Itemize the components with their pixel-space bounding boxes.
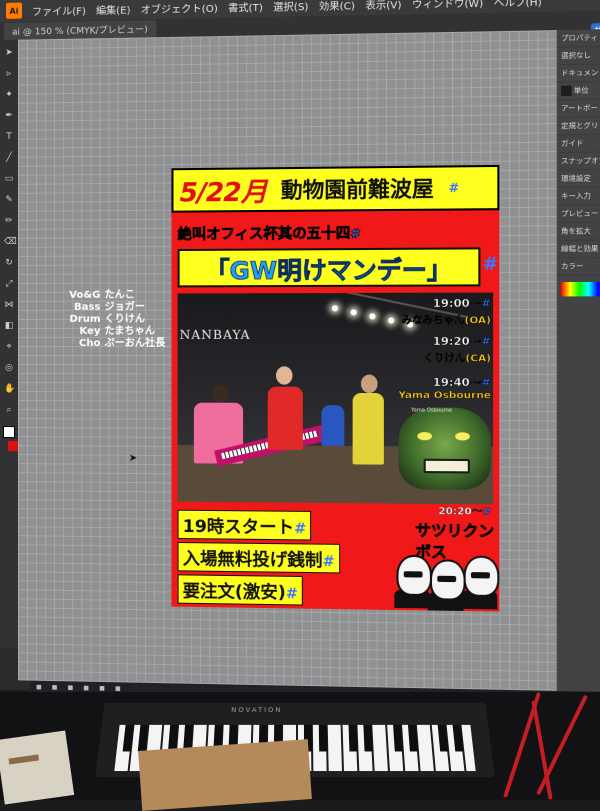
poster-info-block: 19時スタート# 入場無料投げ銭制# 要注文(激安)# bbox=[177, 507, 412, 609]
guitarist-head bbox=[275, 366, 293, 385]
menu-file[interactable]: ファイル(F) bbox=[32, 2, 86, 18]
panel-item[interactable]: 環境設定 bbox=[556, 169, 600, 189]
list-item: Key たまちゃん bbox=[79, 325, 155, 337]
pencil-tool-icon[interactable]: ✏ bbox=[4, 216, 14, 226]
keyboard-brand: NOVATION bbox=[231, 706, 283, 714]
illustrator-logo-icon[interactable]: Ai bbox=[5, 2, 22, 19]
lineup-slot-2: 19:20～# くりけん(CA) bbox=[423, 334, 491, 365]
rotate-tool-icon[interactable]: ↻ bbox=[4, 258, 14, 268]
brush-tool-icon[interactable]: ✎ bbox=[4, 195, 14, 205]
menu-view[interactable]: 表示(V) bbox=[365, 0, 401, 12]
color-spectrum[interactable] bbox=[561, 281, 600, 297]
eraser-tool-icon[interactable]: ⌫ bbox=[4, 237, 17, 247]
monitor-screen: Ai ファイル(F) 編集(E) オブジェクト(O) 書式(T) 選択(S) 効… bbox=[0, 0, 600, 705]
hash-mark: # bbox=[448, 180, 460, 196]
taskbar-app-icon[interactable]: ■ bbox=[52, 684, 58, 691]
gradient-tool-icon[interactable]: ◧ bbox=[4, 321, 14, 331]
list-item: Drum くりけん bbox=[69, 313, 146, 325]
menu-type[interactable]: 書式(T) bbox=[228, 0, 263, 14]
band-faces-illustration bbox=[390, 544, 500, 611]
stage-light bbox=[331, 305, 339, 312]
list-item: Cho ぷーおん社長 bbox=[78, 337, 166, 350]
info-line-start: 19時スタート# bbox=[177, 509, 312, 541]
panel-item: ドキュメント bbox=[556, 64, 600, 83]
cardboard-box bbox=[138, 739, 312, 811]
member-list-note[interactable]: Vo&G たんこ Bass ジョガー Drum くりけん Key たまちゃん Cho ぷー… bbox=[62, 289, 165, 350]
eyedropper-tool-icon[interactable]: ⌖ bbox=[4, 342, 14, 352]
guitarist-figure bbox=[267, 386, 303, 450]
list-item: Vo&G たんこ bbox=[69, 289, 135, 301]
fill-color-swatch[interactable] bbox=[2, 426, 15, 439]
menu-window[interactable]: ウィンドウ(W) bbox=[412, 0, 483, 11]
type-tool-icon[interactable]: T bbox=[4, 132, 14, 142]
stroke-color-swatch[interactable] bbox=[7, 441, 18, 452]
lineup-slot-3: 19:40～# Yama Osbourne bbox=[398, 375, 491, 402]
stage-light bbox=[350, 309, 357, 316]
document-tab[interactable]: ai @ 150 % (CMYK/プレビュー) bbox=[3, 19, 156, 40]
taskbar-app-icon[interactable]: ■ bbox=[99, 684, 105, 691]
stage-light bbox=[369, 313, 376, 320]
panel-item[interactable]: スナップオプション bbox=[556, 152, 600, 171]
panel-item[interactable]: 線幅と効果 bbox=[556, 240, 600, 259]
taskbar-app-icon[interactable]: ■ bbox=[83, 684, 89, 691]
magic-wand-tool-icon[interactable]: ✦ bbox=[4, 90, 14, 100]
panel-item[interactable]: プロパティ bbox=[556, 28, 600, 48]
poster-event-title: 「GW明けマンデー」 bbox=[177, 247, 481, 288]
menu-select[interactable]: 選択(S) bbox=[273, 0, 308, 13]
red-cables bbox=[490, 690, 600, 800]
selection-tool-icon[interactable]: ➤ bbox=[4, 48, 14, 58]
list-item: Bass ジョガー bbox=[73, 301, 146, 313]
panel-item[interactable]: 角を拡大 bbox=[556, 222, 600, 241]
tools-panel: ➤ ▹ ✦ ✒ T ╱ ▭ ✎ ✏ ⌫ ↻ ⤢ ⋈ ◧ ⌖ ◎ ✋ ⌕ bbox=[0, 39, 18, 649]
line-tool-icon[interactable]: ╱ bbox=[4, 153, 14, 163]
lineup-slot-1: 19:00～# みなみちゃん(OA) bbox=[401, 296, 491, 327]
poster-venue: 動物園前難波屋 bbox=[280, 176, 434, 203]
taskbar-app-icon[interactable]: ■ bbox=[68, 684, 74, 691]
panel-item[interactable]: ガイド bbox=[556, 134, 600, 153]
bassist-head bbox=[360, 374, 378, 394]
panel-item[interactable]: アートボード bbox=[556, 99, 600, 118]
panel-item: 選択なし bbox=[556, 46, 600, 66]
taskbar-app-icon[interactable]: ■ bbox=[115, 685, 121, 692]
info-line-fee: 入場無料投げ銭制# bbox=[177, 542, 340, 574]
scale-tool-icon[interactable]: ⤢ bbox=[4, 279, 14, 289]
menu-object[interactable]: オブジェクト(O) bbox=[141, 0, 218, 16]
event-poster[interactable]: 5/22月 動物園前難波屋 # 絶叫オフィス杯其の五十四# 「GW明けマンデー」… bbox=[171, 164, 500, 612]
poster-series: 絶叫オフィス杯其の五十四# bbox=[177, 225, 361, 243]
panel-item[interactable]: カラー bbox=[556, 257, 600, 276]
blend-tool-icon[interactable]: ◎ bbox=[4, 363, 14, 373]
bassist-figure bbox=[352, 392, 384, 465]
mouse-cursor-icon: ➤ bbox=[128, 452, 138, 464]
keyboardist-head bbox=[212, 384, 229, 403]
venue-sign: NANBAYA bbox=[179, 327, 251, 342]
poster-date-banner: 5/22月 動物園前難波屋 # bbox=[171, 164, 500, 213]
zoom-tool-icon[interactable]: ⌕ bbox=[4, 405, 14, 415]
menu-edit[interactable]: 編集(E) bbox=[96, 1, 131, 17]
hash-mark: # bbox=[482, 253, 499, 276]
hand-tool-icon[interactable]: ✋ bbox=[4, 384, 15, 394]
monster-label: Yama Osbourne bbox=[411, 407, 453, 414]
monster-illustration bbox=[398, 407, 491, 491]
width-tool-icon[interactable]: ⋈ bbox=[4, 300, 14, 310]
menu-effect[interactable]: 効果(C) bbox=[319, 0, 355, 13]
paper-sheet bbox=[0, 730, 75, 805]
properties-panel: プロパティ 選択なし ドキュメント 単位 アートボード 定規とグリッド ガイド … bbox=[556, 28, 600, 693]
info-line-order: 要注文(激安)# bbox=[177, 574, 304, 606]
panel-item[interactable]: 単位 bbox=[556, 81, 600, 101]
panel-item[interactable]: 定規とグリッド bbox=[556, 117, 600, 136]
poster-date: 5/22月 bbox=[179, 176, 267, 209]
panel-item[interactable]: キー入力 bbox=[556, 187, 600, 206]
rectangle-tool-icon[interactable]: ▭ bbox=[4, 174, 14, 184]
drummer-figure bbox=[321, 405, 345, 446]
taskbar-app-icon[interactable]: ■ bbox=[36, 683, 42, 690]
menu-help[interactable]: ヘルプ(H) bbox=[494, 0, 542, 9]
panel-item[interactable]: プレビュー bbox=[556, 205, 600, 224]
direct-selection-tool-icon[interactable]: ▹ bbox=[4, 69, 14, 79]
pen-tool-icon[interactable]: ✒ bbox=[4, 111, 14, 121]
last-slot-time: 20:20～# bbox=[438, 506, 492, 518]
